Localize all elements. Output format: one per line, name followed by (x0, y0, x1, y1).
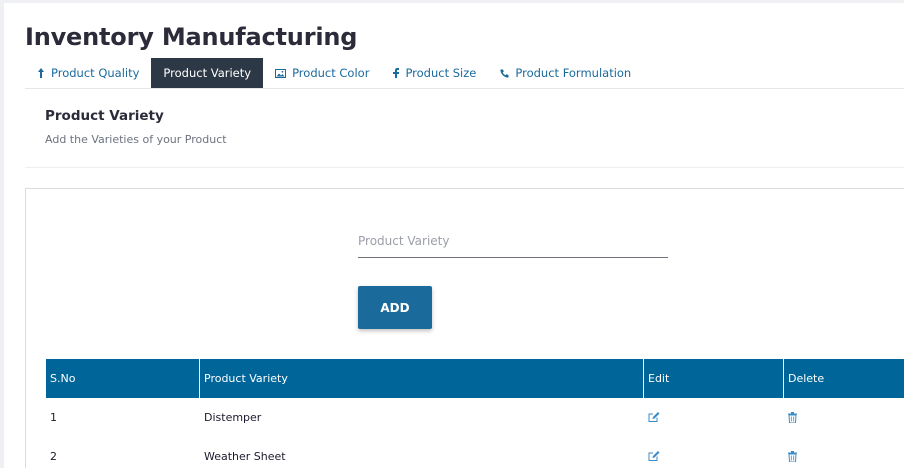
phone-icon (500, 69, 509, 78)
cell-sno: 1 (50, 411, 57, 424)
trash-icon[interactable] (788, 412, 797, 423)
trash-icon[interactable] (788, 451, 797, 462)
facebook-icon (393, 68, 400, 78)
section-title: Product Variety (45, 108, 164, 124)
tab-label: Product Size (405, 66, 477, 80)
arrow-up-icon (37, 68, 45, 78)
tab-label: Product Quality (51, 66, 140, 80)
variety-table: S.No Product Variety Edit Delete 1 Diste… (46, 359, 904, 468)
section-subtitle: Add the Varieties of your Product (45, 133, 227, 146)
tab-product-quality[interactable]: Product Quality (25, 58, 151, 88)
page: Inventory Manufacturing Product Quality … (4, 3, 904, 468)
tab-product-formulation[interactable]: Product Formulation (488, 58, 643, 88)
section-divider (25, 167, 904, 168)
tab-label: Product Formulation (515, 66, 632, 80)
variety-form-card: ADD S.No Product Variety Edit Delete 1 D… (25, 188, 904, 468)
edit-icon[interactable] (648, 451, 660, 462)
cell-sno: 2 (50, 450, 57, 463)
cell-variety: Weather Sheet (204, 450, 286, 463)
tab-label: Product Variety (163, 66, 252, 80)
column-header-delete: Delete (788, 372, 825, 385)
table-row: 2 Weather Sheet (46, 437, 904, 468)
tab-bar: Product Quality Product Variety Product … (25, 58, 643, 88)
column-header-edit: Edit (644, 359, 784, 398)
image-icon (275, 68, 287, 78)
product-variety-input[interactable] (358, 225, 668, 258)
column-header-variety: Product Variety (200, 359, 644, 398)
tab-label: Product Color (292, 66, 370, 80)
table-header: S.No Product Variety Edit Delete (46, 359, 904, 398)
table-row: 1 Distemper (46, 398, 904, 437)
page-title: Inventory Manufacturing (25, 23, 358, 51)
tab-product-color[interactable]: Product Color (263, 58, 381, 88)
tab-product-size[interactable]: Product Size (381, 58, 488, 88)
add-button[interactable]: ADD (358, 286, 432, 329)
edit-icon[interactable] (648, 412, 660, 423)
tab-divider (25, 88, 904, 89)
column-header-sno: S.No (46, 359, 200, 398)
cell-variety: Distemper (204, 411, 262, 424)
tab-product-variety[interactable]: Product Variety (151, 58, 264, 88)
